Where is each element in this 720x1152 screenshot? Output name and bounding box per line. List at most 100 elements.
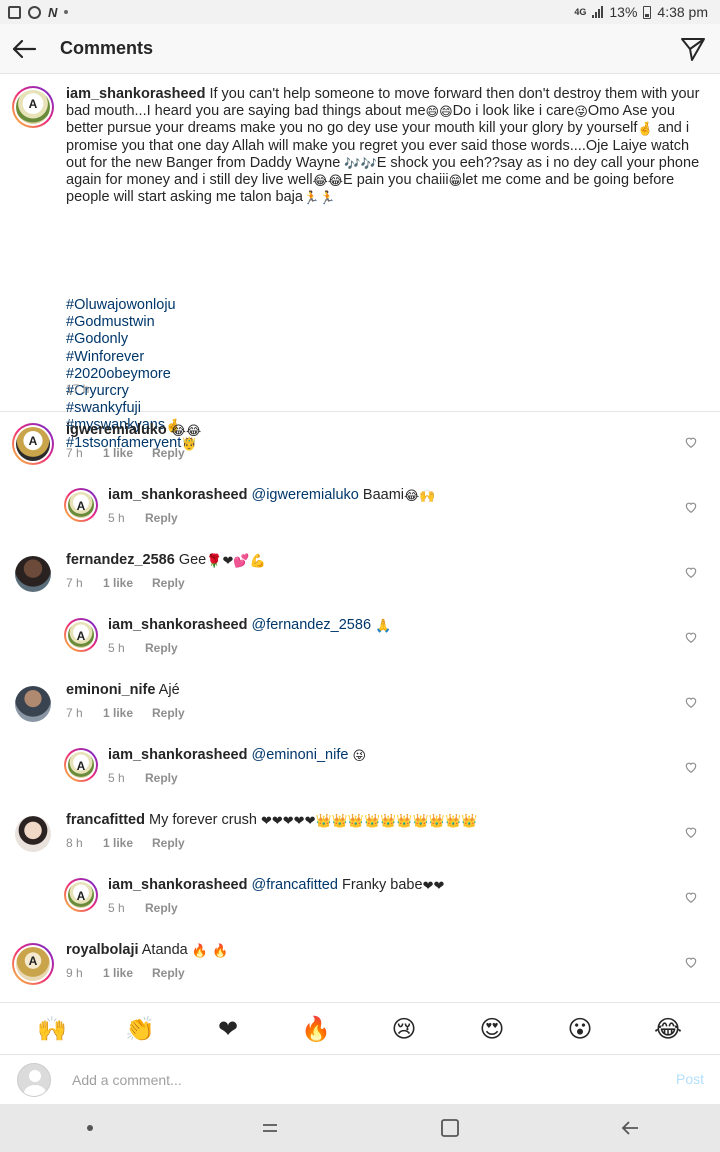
reply-button[interactable]: Reply bbox=[152, 706, 185, 720]
post-button[interactable]: Post bbox=[676, 1071, 704, 1087]
avatar[interactable] bbox=[64, 488, 98, 522]
comment-time: 5 h bbox=[108, 771, 125, 785]
hashtag[interactable]: #Godmustwin bbox=[66, 314, 197, 331]
nav-dot-button[interactable] bbox=[70, 1108, 110, 1148]
profile-picture bbox=[16, 947, 50, 981]
avatar[interactable] bbox=[64, 618, 98, 652]
mention-link[interactable]: @igweremialuko bbox=[251, 487, 358, 503]
like-heart-icon[interactable] bbox=[684, 760, 698, 774]
comment-time: 5 h bbox=[108, 901, 125, 915]
signal-icon bbox=[592, 6, 604, 18]
comment-meta: 5 h Reply bbox=[108, 641, 178, 655]
comment-input[interactable] bbox=[72, 1069, 632, 1091]
quick-emoji-button[interactable]: ❤ bbox=[212, 1013, 244, 1045]
avatar[interactable] bbox=[64, 878, 98, 912]
like-count[interactable]: 1 like bbox=[103, 446, 152, 460]
dot-icon bbox=[87, 1125, 93, 1131]
more-notifications-icon bbox=[64, 10, 69, 14]
comment-row: fernandez_2586 Gee🌹❤💕💪 7 h 1 like Reply bbox=[0, 543, 720, 608]
quick-emoji-button[interactable]: 🔥 bbox=[300, 1013, 332, 1045]
quick-emoji-button[interactable]: 👏 bbox=[124, 1013, 156, 1045]
comment-text: iam_shankorasheed @eminoni_nife 😜 bbox=[108, 746, 366, 764]
avatar[interactable] bbox=[12, 423, 54, 465]
emoji-icon: 🔥 bbox=[301, 1014, 331, 1043]
like-heart-icon[interactable] bbox=[684, 955, 698, 969]
sync-icon bbox=[28, 5, 41, 19]
comment-time: 7 h bbox=[66, 576, 83, 590]
like-heart-icon[interactable] bbox=[684, 825, 698, 839]
caption-text: iam_shankorasheed If you can't help some… bbox=[66, 86, 706, 206]
avatar[interactable] bbox=[15, 816, 51, 852]
reply-button[interactable]: Reply bbox=[145, 901, 178, 915]
quick-emoji-button[interactable]: 😂 bbox=[652, 1013, 684, 1045]
crossed-fingers-emoji-icon: 🤞 bbox=[637, 122, 654, 138]
share-button[interactable] bbox=[676, 32, 710, 66]
like-heart-icon[interactable] bbox=[684, 630, 698, 644]
like-heart-icon[interactable] bbox=[684, 435, 698, 449]
comment-body: Gee bbox=[178, 552, 207, 568]
hashtag[interactable]: #Winforever bbox=[66, 349, 197, 366]
hashtag[interactable]: #2020obeymore bbox=[66, 366, 197, 383]
comment-emoji-icon: 😂😂 bbox=[170, 424, 202, 439]
winking-emoji-icon: 😜 bbox=[574, 105, 588, 121]
reply-button[interactable]: Reply bbox=[145, 771, 178, 785]
status-bar: N 4G 13% 4:38 pm bbox=[0, 0, 720, 24]
like-count[interactable]: 1 like bbox=[103, 966, 152, 980]
comment-emoji-icon: 🙏 bbox=[375, 619, 392, 634]
like-count[interactable]: 1 like bbox=[103, 576, 152, 590]
mention-link[interactable]: @fernandez_2586 bbox=[251, 617, 371, 633]
avatar[interactable] bbox=[64, 748, 98, 782]
clock: 4:38 pm bbox=[657, 4, 708, 20]
quick-emoji-button[interactable]: 🙌 bbox=[36, 1013, 68, 1045]
comment-username[interactable]: igweremialuko bbox=[66, 422, 167, 438]
mention-link[interactable]: @francafitted bbox=[251, 877, 337, 893]
reply-button[interactable]: Reply bbox=[152, 836, 185, 850]
home-button[interactable] bbox=[430, 1108, 470, 1148]
reply-button[interactable]: Reply bbox=[152, 966, 185, 980]
like-count[interactable]: 1 like bbox=[103, 836, 152, 850]
avatar[interactable] bbox=[15, 556, 51, 592]
comment-row: igweremialuko 😂😂 7 h 1 likeReply bbox=[0, 413, 720, 478]
comment-username[interactable]: iam_shankorasheed bbox=[108, 747, 247, 763]
reply-button[interactable]: Reply bbox=[152, 576, 185, 590]
back-button[interactable] bbox=[0, 24, 48, 74]
like-count[interactable]: 1 like bbox=[103, 706, 152, 720]
comment-meta: 7 h 1 like Reply bbox=[66, 576, 185, 590]
comment-username[interactable]: royalbolaji bbox=[66, 942, 139, 958]
comment-username[interactable]: eminoni_nife bbox=[66, 682, 155, 698]
caption-username[interactable]: iam_shankorasheed bbox=[66, 86, 205, 102]
avatar[interactable] bbox=[12, 86, 54, 128]
battery-percent: 13% bbox=[609, 4, 638, 20]
avatar[interactable] bbox=[15, 686, 51, 722]
nav-back-button[interactable] bbox=[610, 1108, 650, 1148]
comment-username[interactable]: fernandez_2586 bbox=[66, 552, 175, 568]
mention-link[interactable]: @eminoni_nife bbox=[251, 747, 348, 763]
quick-emoji-button[interactable]: 😮 bbox=[564, 1013, 596, 1045]
like-heart-icon[interactable] bbox=[684, 565, 698, 579]
recents-button[interactable] bbox=[250, 1108, 290, 1148]
quick-emoji-button[interactable]: 😢 bbox=[388, 1013, 420, 1045]
like-heart-icon[interactable] bbox=[684, 500, 698, 514]
comment-emoji-icon: ❤❤ bbox=[422, 879, 445, 894]
comment-body: Atanda bbox=[141, 942, 192, 958]
reply-button[interactable]: Reply bbox=[145, 511, 178, 525]
profile-picture bbox=[16, 427, 50, 461]
avatar[interactable] bbox=[12, 943, 54, 985]
hashtag[interactable]: #Godonly bbox=[66, 331, 197, 348]
gallery-icon bbox=[8, 5, 21, 19]
like-heart-icon[interactable] bbox=[684, 695, 698, 709]
comment-username[interactable]: iam_shankorasheed bbox=[108, 487, 247, 503]
reply-button[interactable]: Reply bbox=[152, 446, 185, 460]
reply-button[interactable]: Reply bbox=[145, 641, 178, 655]
comment-username[interactable]: francafitted bbox=[66, 812, 145, 828]
comment-username[interactable]: iam_shankorasheed bbox=[108, 617, 247, 633]
send-icon bbox=[681, 38, 705, 61]
reply-row: iam_shankorasheed @igweremialuko Baami😂🙌… bbox=[0, 478, 720, 543]
hashtag[interactable]: #Oluwajowonloju bbox=[66, 297, 197, 314]
quick-emoji-button[interactable]: 😍 bbox=[476, 1013, 508, 1045]
like-heart-icon[interactable] bbox=[684, 890, 698, 904]
caption-part: E pain you chaiii bbox=[343, 172, 449, 189]
comment-body: Baami bbox=[358, 487, 405, 503]
comment-username[interactable]: iam_shankorasheed bbox=[108, 877, 247, 893]
emoji-icon: ❤ bbox=[217, 1014, 239, 1043]
